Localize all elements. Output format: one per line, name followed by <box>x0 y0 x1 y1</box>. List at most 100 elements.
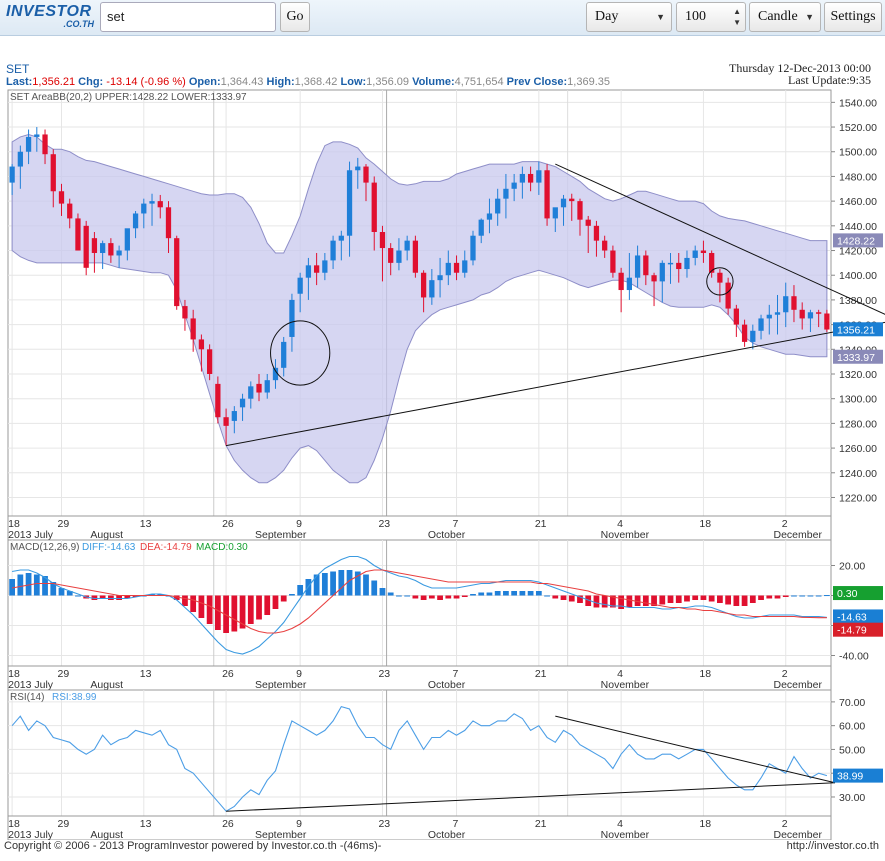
macd-bar <box>396 595 402 597</box>
candle <box>25 136 32 152</box>
candle <box>536 170 542 183</box>
candle <box>643 255 649 276</box>
macd-x-tick-label: 26 <box>222 668 234 680</box>
price-tick-label: 1240.00 <box>839 468 877 480</box>
candle <box>602 240 608 251</box>
bar-count-stepper[interactable]: 100 ▲ ▼ <box>676 2 746 32</box>
price-tick-label: 1280.00 <box>839 418 877 430</box>
last-label: Last: <box>6 76 33 88</box>
candle <box>108 243 114 256</box>
candle <box>305 265 312 278</box>
investor-logo[interactable]: INVESTOR .CO.TH <box>6 4 98 30</box>
macd-bar <box>420 595 427 600</box>
macd-bar <box>626 595 633 608</box>
rsi-x-month-label: December <box>774 829 823 840</box>
go-button[interactable]: Go <box>280 2 310 32</box>
rsi-x-month-label: August <box>90 829 123 840</box>
candle <box>791 296 797 310</box>
candle <box>330 240 336 261</box>
candle <box>58 191 65 204</box>
rsi-x-tick-label: 23 <box>378 818 390 830</box>
macd-bar <box>330 571 336 596</box>
candle <box>651 275 657 282</box>
candle <box>124 228 130 251</box>
macd-x-month-label: December <box>774 679 823 691</box>
macd-bar <box>552 595 559 599</box>
macd-x-month-label: September <box>255 679 307 691</box>
candle <box>17 151 23 167</box>
macd-bar <box>684 595 690 602</box>
candle <box>667 262 674 265</box>
macd-x-month-label: August <box>90 679 123 691</box>
macd-x-tick-label: 21 <box>535 668 547 680</box>
macd-bar <box>321 573 328 596</box>
macd-bar <box>387 592 394 596</box>
candle <box>371 182 377 232</box>
candle <box>165 207 172 239</box>
candle <box>799 309 805 319</box>
macd-bar <box>824 595 830 597</box>
candle <box>9 166 15 183</box>
candle <box>717 272 723 283</box>
macd-bar <box>708 595 715 602</box>
price-x-month-label: August <box>90 529 123 541</box>
candle <box>511 182 517 189</box>
period-select[interactable]: Day ▼ <box>586 2 672 32</box>
price-x-month-label: 2013 July <box>8 529 54 541</box>
rsi-x-tick-label: 18 <box>699 818 711 830</box>
candle <box>75 218 81 251</box>
low-label: Low: <box>340 76 367 88</box>
chg-value: -13.14 (-0.96 %) <box>106 76 186 88</box>
candle <box>544 170 550 219</box>
price-tick-label: 1440.00 <box>839 221 877 233</box>
price-x-tick-label: 18 <box>699 518 711 530</box>
rsi-x-tick-label: 21 <box>535 818 547 830</box>
settings-button[interactable]: Settings <box>824 2 882 32</box>
macd-bar <box>214 595 221 630</box>
candle <box>264 380 270 393</box>
footer-url[interactable]: http://investor.co.th <box>787 840 879 852</box>
stock-chart[interactable]: 1220.001240.001260.001280.001300.001320.… <box>0 88 885 840</box>
stepper-arrows-icon[interactable]: ▲ ▼ <box>733 6 741 28</box>
candle <box>816 312 822 314</box>
price-x-month-label: December <box>774 529 823 541</box>
price-x-month-label: September <box>255 529 307 541</box>
candle <box>91 238 98 253</box>
macd-bar <box>807 595 814 597</box>
last-price-tag: 1356.21 <box>837 324 875 336</box>
candle <box>34 134 40 137</box>
candle <box>560 198 567 208</box>
macd-bar <box>601 595 608 608</box>
rsi-value-tag: 38.99 <box>837 771 863 783</box>
macd-bar <box>428 595 435 599</box>
macd-bar <box>107 595 114 600</box>
candle <box>50 154 56 192</box>
symbol-search-input[interactable]: set <box>100 2 276 32</box>
candle <box>248 386 254 399</box>
macd-bar <box>667 595 674 603</box>
rsi-legend-value: RSI:38.99 <box>52 692 97 703</box>
rsi-tick-label: 50.00 <box>839 744 865 756</box>
candle <box>313 265 320 273</box>
low-value: 1,356.09 <box>366 76 409 88</box>
candle <box>634 255 641 278</box>
candle <box>420 272 427 298</box>
macd-bar <box>17 574 24 596</box>
candle <box>445 262 451 276</box>
price-legend: SET AreaBB(20,2) UPPER:1428.22 LOWER:133… <box>10 92 247 103</box>
macd-bar <box>741 595 748 606</box>
macd-bar <box>75 595 81 597</box>
rsi-x-tick-label: 13 <box>140 818 152 830</box>
candle <box>692 250 698 258</box>
rsi-tick-label: 60.00 <box>839 721 865 733</box>
candle <box>519 173 526 183</box>
candle <box>42 134 48 155</box>
open-label: Open: <box>188 76 221 88</box>
candle <box>585 219 591 226</box>
volume-value: 4,751,654 <box>454 76 504 88</box>
price-tick-label: 1540.00 <box>839 97 877 109</box>
candle <box>396 250 402 263</box>
chart-style-select[interactable]: Candle ▼ <box>749 2 821 32</box>
candle <box>363 166 369 183</box>
macd-bar <box>791 595 797 597</box>
